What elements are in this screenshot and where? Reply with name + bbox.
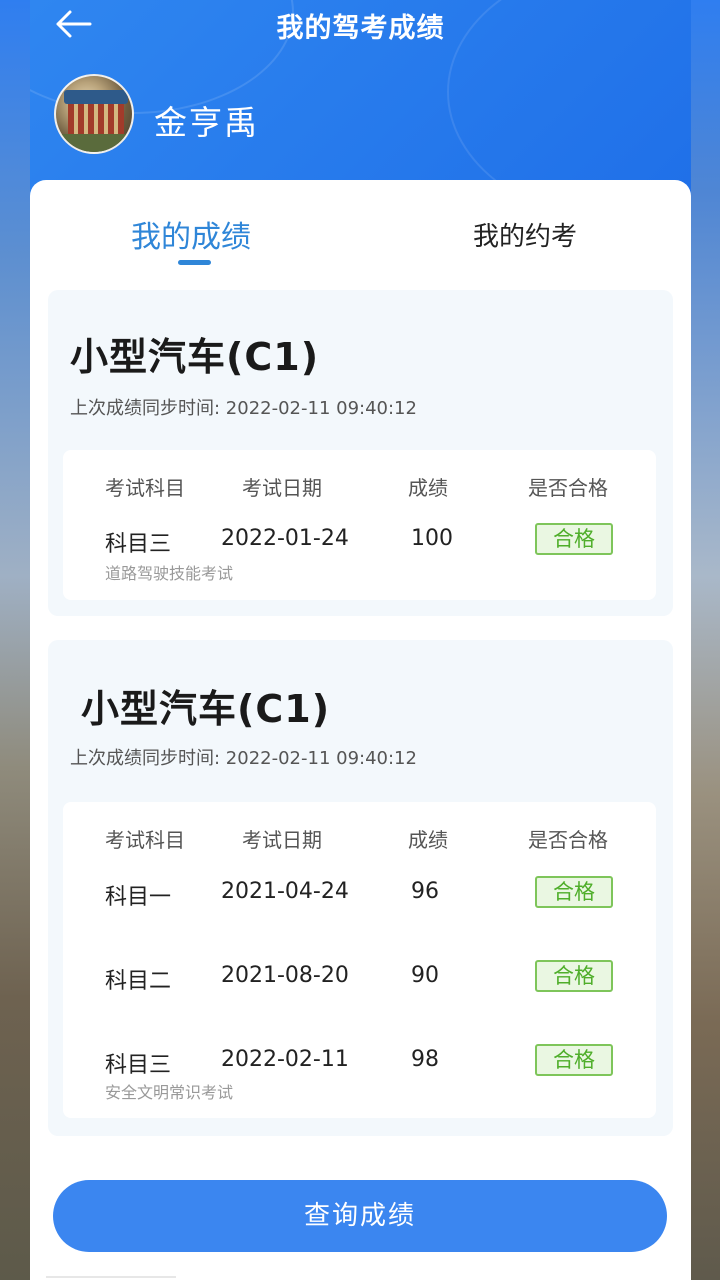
- divider: [46, 1276, 176, 1278]
- row-date: 2021-08-20: [221, 963, 349, 988]
- row-score: 90: [411, 963, 439, 988]
- row-subject: 科目三: [105, 1053, 172, 1078]
- pass-badge: 合格: [535, 960, 613, 992]
- tab-bar: 我的成绩 我的约考: [30, 180, 691, 276]
- background-scenery-right: [690, 0, 720, 1280]
- query-scores-button[interactable]: 查询成绩: [53, 1180, 667, 1252]
- license-type-title: 小型汽车(C1): [81, 687, 331, 731]
- column-header-result: 是否合格: [528, 476, 608, 500]
- column-header-date: 考试日期: [242, 828, 322, 852]
- row-date: 2022-02-11: [221, 1047, 349, 1072]
- content-panel: 我的成绩 我的约考 小型汽车(C1) 上次成绩同步时间: 2022-02-11 …: [30, 180, 691, 1280]
- pass-badge: 合格: [535, 523, 613, 555]
- score-card: 小型汽车(C1) 上次成绩同步时间: 2022-02-11 09:40:12 考…: [48, 640, 673, 1136]
- avatar: [54, 74, 134, 154]
- row-date: 2021-04-24: [221, 879, 349, 904]
- row-subject: 科目三: [105, 532, 172, 557]
- row-subject: 科目二: [105, 969, 172, 994]
- row-date: 2022-01-24: [221, 526, 349, 551]
- column-header-subject: 考试科目: [105, 828, 185, 852]
- username: 金亨禹: [154, 103, 259, 142]
- pass-badge: 合格: [535, 876, 613, 908]
- score-table: 考试科目 考试日期 成绩 是否合格 科目一 2021-04-24 96 合格 科…: [63, 802, 656, 1118]
- score-table: 考试科目 考试日期 成绩 是否合格 科目三 2022-01-24 100 合格 …: [63, 450, 656, 600]
- column-header-date: 考试日期: [242, 476, 322, 500]
- column-header-score: 成绩: [408, 476, 448, 500]
- page-title: 我的驾考成绩: [276, 13, 445, 44]
- license-type-title: 小型汽车(C1): [70, 335, 320, 379]
- score-card: 小型汽车(C1) 上次成绩同步时间: 2022-02-11 09:40:12 考…: [48, 290, 673, 616]
- column-header-result: 是否合格: [528, 828, 608, 852]
- row-score: 98: [411, 1047, 439, 1072]
- pass-badge: 合格: [535, 1044, 613, 1076]
- row-score: 100: [411, 526, 453, 551]
- app-screen: 我的驾考成绩 金亨禹 我的成绩 我的约考 小型汽车(C1) 上次成绩同步时间: …: [30, 0, 691, 1280]
- exam-description: 安全文明常识考试: [105, 1083, 234, 1102]
- row-score: 96: [411, 879, 439, 904]
- tab-my-scores[interactable]: 我的成绩: [131, 212, 251, 256]
- exam-description: 道路驾驶技能考试: [105, 564, 234, 583]
- tab-my-appointments[interactable]: 我的约考: [473, 216, 577, 253]
- sync-time: 上次成绩同步时间: 2022-02-11 09:40:12: [70, 748, 417, 769]
- sync-time: 上次成绩同步时间: 2022-02-11 09:40:12: [70, 398, 417, 419]
- background-scenery-left: [0, 0, 30, 1280]
- active-tab-indicator: [178, 260, 211, 265]
- row-subject: 科目一: [105, 885, 172, 910]
- column-header-subject: 考试科目: [105, 476, 185, 500]
- column-header-score: 成绩: [408, 828, 448, 852]
